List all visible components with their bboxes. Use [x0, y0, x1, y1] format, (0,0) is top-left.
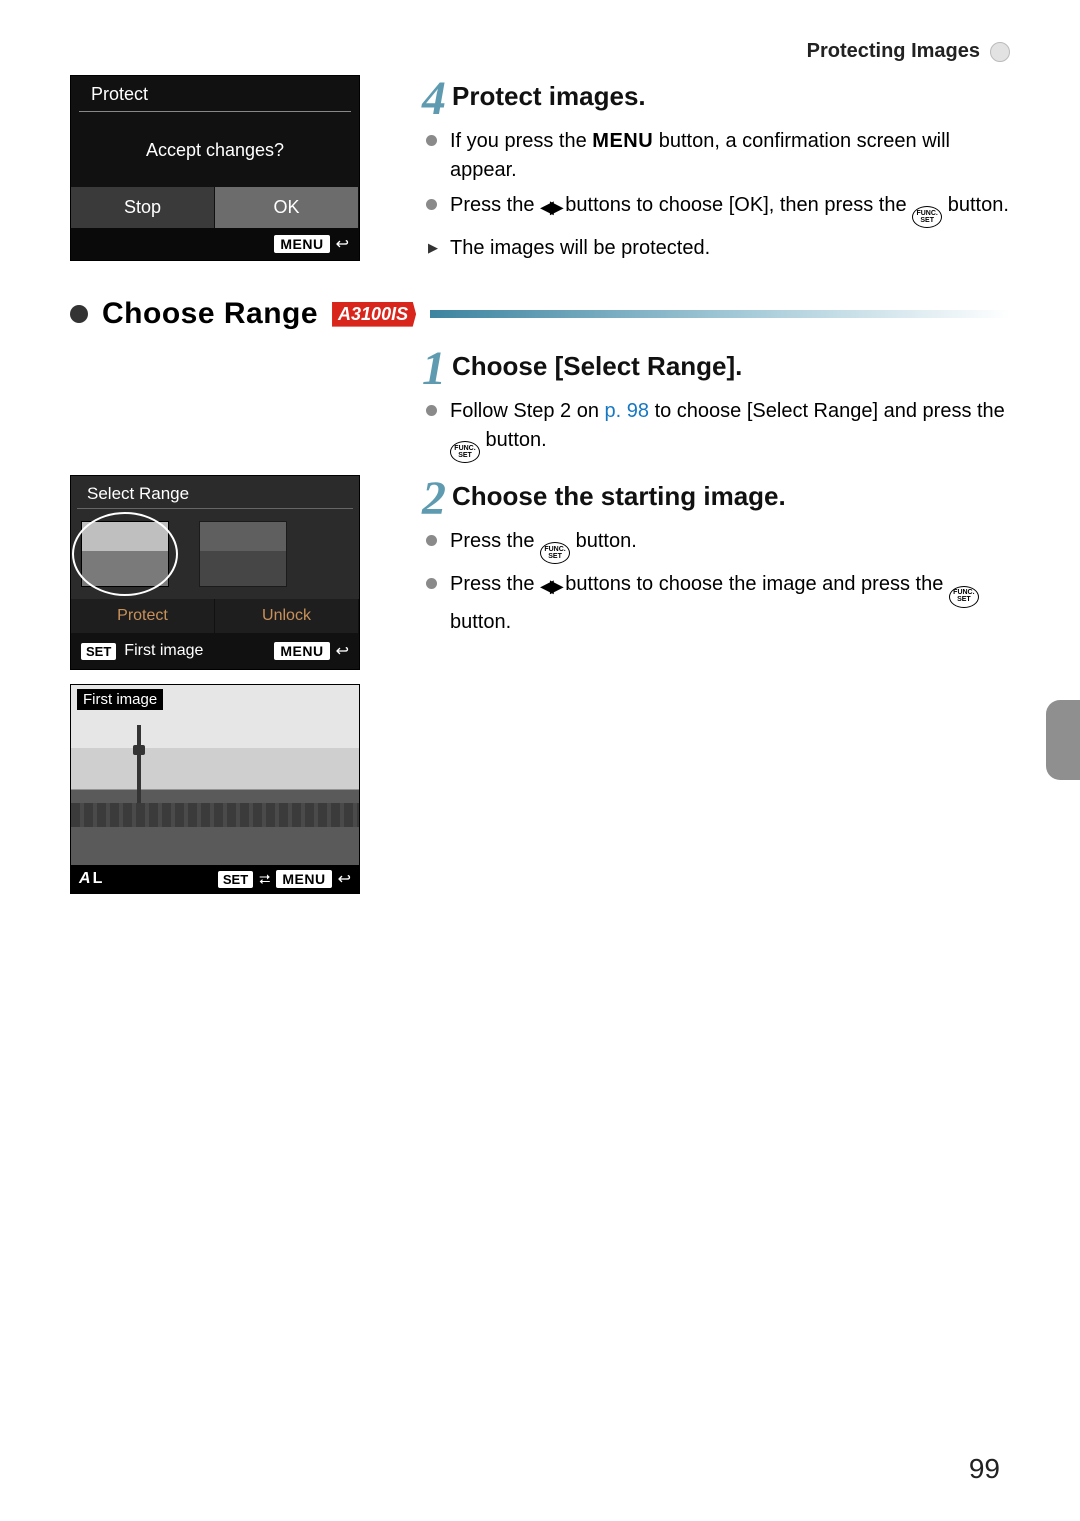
- menu-word-icon: MENU: [592, 130, 653, 152]
- lcd-first-image: First image AL SET ⮂ MENU ↩: [70, 684, 360, 894]
- lcd2-title: Select Range: [77, 476, 353, 509]
- lcd1-menu-label: MENU: [274, 235, 329, 253]
- edge-tab: [1046, 700, 1080, 780]
- lcd1-ok-button[interactable]: OK: [215, 187, 359, 228]
- step4-bullet-1: If you press the MENU button, a confirma…: [450, 127, 1010, 185]
- model-badge: A3100IS: [332, 302, 416, 327]
- header-dot-icon: [990, 42, 1010, 62]
- func-set-icon: FUNC.SET: [450, 441, 480, 463]
- first-image-photo: First image: [71, 685, 359, 865]
- step4-number: 4: [410, 75, 446, 123]
- lcd1-message: Accept changes?: [71, 112, 359, 187]
- step2-bullet-2: Press the ◀▶ buttons to choose the image…: [450, 570, 1010, 636]
- lcd-protect-confirm: Protect Accept changes? Stop OK MENU ↩: [70, 75, 360, 261]
- step1-title: Choose [Select Range].: [452, 345, 742, 382]
- thumbnail-selected[interactable]: [81, 521, 169, 587]
- lcd2-menu-label: MENU: [274, 642, 329, 660]
- lcd2-protect-button[interactable]: Protect: [71, 599, 215, 633]
- func-set-icon: FUNC.SET: [540, 542, 570, 564]
- page-number: 99: [969, 1453, 1000, 1485]
- thumbnail[interactable]: [199, 521, 287, 587]
- step4-bullet-3: The images will be protected.: [450, 234, 1010, 263]
- lcd3-menu-label: MENU: [276, 870, 331, 888]
- tower-icon: [137, 725, 141, 815]
- lcd3-label: First image: [77, 689, 163, 710]
- section-choose-range: Choose Range A3100IS: [70, 297, 1010, 331]
- page-link-98[interactable]: p. 98: [605, 400, 649, 422]
- step1-bullet-1: Follow Step 2 on p. 98 to choose [Select…: [450, 397, 1010, 463]
- left-right-icon: ◀▶: [540, 576, 560, 596]
- lcd1-title: Protect: [79, 76, 351, 112]
- link-icon: ⮂: [259, 871, 270, 888]
- step2-title: Choose the starting image.: [452, 475, 786, 512]
- lcd1-stop-button[interactable]: Stop: [71, 187, 215, 228]
- section-rule: [430, 310, 1010, 318]
- return-icon: ↩: [336, 234, 349, 254]
- lcd2-foot-text: First image: [124, 642, 203, 660]
- step4-bullet-2: Press the ◀▶ buttons to choose [OK], the…: [450, 191, 1010, 228]
- section-bullet-icon: [70, 305, 88, 323]
- return-icon: ↩: [338, 869, 351, 889]
- return-icon: ↩: [336, 641, 349, 661]
- page-header: Protecting Images: [807, 40, 980, 63]
- left-right-icon: ◀▶: [540, 197, 560, 217]
- section-title: Choose Range: [102, 297, 318, 331]
- set-label: SET: [218, 871, 253, 888]
- func-set-icon: FUNC.SET: [949, 586, 979, 608]
- step1-number: 1: [410, 345, 446, 393]
- skyline-icon: [71, 803, 359, 827]
- lcd-select-range: Select Range Protect Unlock SET First im…: [70, 475, 360, 670]
- step2-bullet-1: Press the FUNC.SET button.: [450, 527, 1010, 564]
- step4-title: Protect images.: [452, 75, 646, 112]
- quality-icon: AL: [79, 870, 102, 888]
- lcd2-unlock-button[interactable]: Unlock: [215, 599, 359, 633]
- func-set-icon: FUNC.SET: [912, 206, 942, 228]
- step2-number: 2: [410, 475, 446, 523]
- set-label: SET: [81, 643, 116, 660]
